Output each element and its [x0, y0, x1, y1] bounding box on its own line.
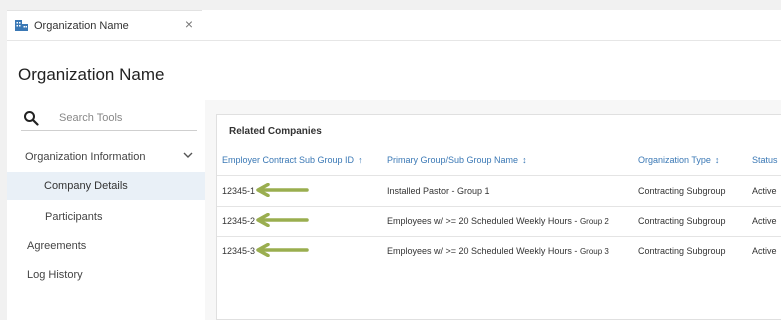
cell-subgroup-id: 12345-1: [222, 186, 256, 196]
close-icon[interactable]: ×: [185, 17, 193, 31]
column-header-label: Status: [752, 155, 778, 165]
arrow-left-icon: [256, 213, 309, 227]
sort-icon[interactable]: ↕: [715, 155, 720, 165]
sidebar: Organization Information Company Details…: [7, 100, 205, 320]
column-header-status[interactable]: Status: [752, 155, 778, 165]
cell-status: Active: [752, 216, 777, 226]
cell-organization-type: Contracting Subgroup: [638, 246, 726, 256]
cell-status: Active: [752, 186, 777, 196]
tab-organization[interactable]: Organization Name ×: [7, 10, 202, 40]
cell-status: Active: [752, 246, 777, 256]
cell-subgroup-id: 12345-3: [222, 246, 256, 256]
cell-group-name: Employees w/ >= 20 Scheduled Weekly Hour…: [387, 246, 609, 256]
header-divider: [217, 175, 781, 176]
related-companies-panel: Related Companies Employer Contract Sub …: [216, 114, 781, 320]
sidebar-item-participants[interactable]: Participants: [45, 211, 102, 223]
cell-group-name: Employees w/ >= 20 Scheduled Weekly Hour…: [387, 216, 609, 226]
panel-title: Related Companies: [229, 126, 322, 137]
sidebar-item-agreements[interactable]: Agreements: [27, 240, 86, 252]
column-header-subgroup-id[interactable]: Employer Contract Sub Group ID ↑: [222, 155, 363, 165]
page-header: Organization Name: [7, 40, 781, 100]
search-input[interactable]: [59, 112, 189, 124]
cell-organization-type: Contracting Subgroup: [638, 186, 726, 196]
cell-organization-type: Contracting Subgroup: [638, 216, 726, 226]
tab-label: Organization Name: [34, 19, 129, 32]
cell-subgroup-id: 12345-2: [222, 216, 256, 226]
column-header-organization-type[interactable]: Organization Type ↕: [638, 155, 719, 165]
chevron-down-icon[interactable]: [183, 151, 193, 159]
search-bar: [21, 109, 197, 131]
sidebar-item-label: Company Details: [44, 180, 128, 192]
sidebar-item-log-history[interactable]: Log History: [27, 269, 83, 281]
arrow-left-icon: [256, 243, 309, 257]
column-header-label: Organization Type: [638, 155, 711, 165]
organization-icon: [15, 20, 28, 31]
arrow-left-icon: [256, 183, 309, 197]
page-title: Organization Name: [18, 65, 165, 84]
row-divider: [217, 236, 781, 237]
main-content: Related Companies Employer Contract Sub …: [205, 100, 781, 320]
tab-strip: [202, 10, 781, 40]
sidebar-item-company-details[interactable]: Company Details: [7, 172, 205, 200]
column-header-group-name[interactable]: Primary Group/Sub Group Name ↕: [387, 155, 527, 165]
column-header-label: Primary Group/Sub Group Name: [387, 155, 519, 165]
search-icon[interactable]: [23, 110, 39, 126]
sort-icon[interactable]: ↕: [522, 155, 527, 165]
column-header-label: Employer Contract Sub Group ID: [222, 155, 355, 165]
cell-group-name: Installed Pastor - Group 1: [387, 186, 490, 196]
sort-icon[interactable]: ↑: [358, 155, 363, 165]
row-divider: [217, 206, 781, 207]
sidebar-group-organization-information[interactable]: Organization Information: [25, 151, 145, 163]
